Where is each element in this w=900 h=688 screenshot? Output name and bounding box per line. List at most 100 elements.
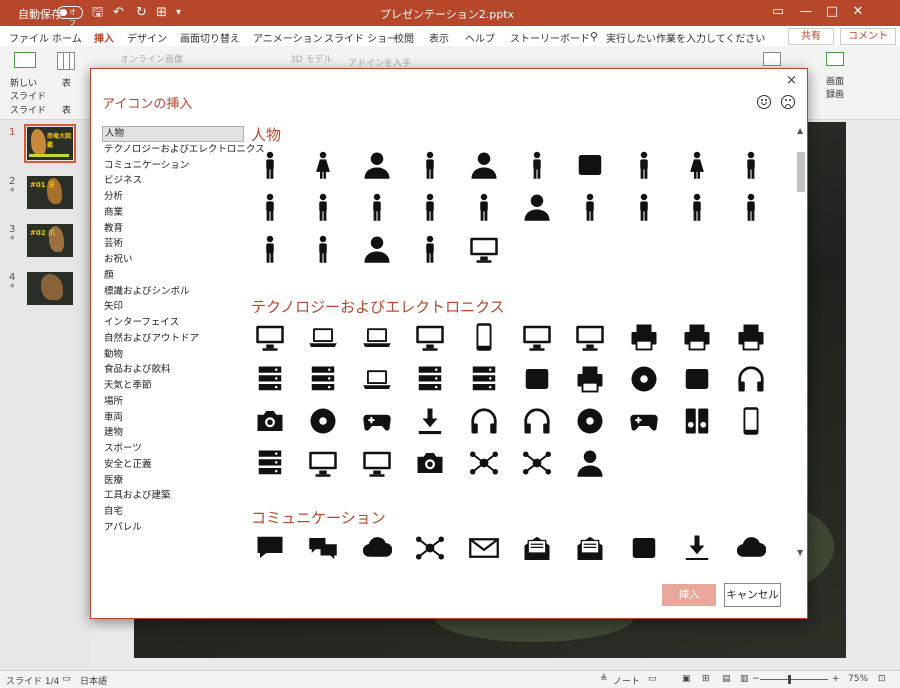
radio-tower-icon[interactable] [465,444,503,482]
earbuds-icon[interactable] [465,402,503,440]
category-item[interactable]: 商業 [102,205,244,221]
category-item[interactable]: 自然およびアウトドア [102,331,244,347]
vr-headset-icon[interactable] [625,402,663,440]
server-icon[interactable] [304,360,342,398]
smile-feedback-icon[interactable] [757,95,771,109]
tv-icon[interactable] [304,444,342,482]
search-icon[interactable]: ⚲ [590,30,598,43]
slide-thumbnail-2[interactable]: #01 牙 [27,176,73,209]
category-item[interactable]: 天気と季節 [102,378,244,394]
group-of-three-icon[interactable] [411,146,449,184]
scanner-icon[interactable] [358,360,396,398]
share-button[interactable]: 共有 [788,28,834,45]
category-item[interactable]: 安全と正義 [102,457,244,473]
screen-record-icon[interactable] [826,52,844,66]
minimize-button[interactable]: — [796,2,816,22]
web-laptop-icon[interactable] [358,318,396,356]
fit-to-window-icon[interactable]: ⊡ [878,674,886,684]
save-icon[interactable]: 🖫 [92,5,103,20]
scroll-up-icon[interactable]: ▲ [797,126,803,135]
elderly-with-cane-icon[interactable] [304,230,342,268]
category-item[interactable]: 自宅 [102,504,244,520]
running-icon[interactable] [251,230,289,268]
category-item[interactable]: 教育 [102,221,244,237]
search-input[interactable]: 実行したい作業を入力してください [606,30,765,45]
projector-screen-icon[interactable] [358,444,396,482]
cd-icon[interactable] [625,360,663,398]
category-item[interactable]: 芸術 [102,236,244,252]
accessibility-icon[interactable]: ▭ [62,674,71,684]
tab-home[interactable]: ホーム [52,30,82,45]
printer-2-icon[interactable] [678,318,716,356]
family-with-baby-icon[interactable] [465,188,503,226]
tab-animations[interactable]: アニメーション [253,30,323,45]
tab-transitions[interactable]: 画面切り替え [180,30,240,45]
tab-design[interactable]: デザイン [127,30,167,45]
men-pair-icon[interactable] [732,146,770,184]
start-slideshow-icon[interactable]: ⊞ [156,5,167,20]
thought-bubble-icon[interactable] [358,529,396,560]
category-item[interactable]: 車両 [102,410,244,426]
baby-icon[interactable] [518,188,556,226]
video-icon[interactable] [763,52,781,66]
speaker-at-podium-icon[interactable] [411,230,449,268]
screen-record-button[interactable]: 画面 録画 [826,74,844,100]
comment-button[interactable]: コメント [840,28,896,45]
category-item[interactable]: 矢印 [102,299,244,315]
floppy-disk-icon[interactable] [678,360,716,398]
undo-icon[interactable]: ↶ [113,5,124,20]
cable-icon[interactable] [732,360,770,398]
new-slide-button[interactable]: 新しい スライド [10,76,46,102]
walking-icon[interactable] [732,188,770,226]
women-pair-icon[interactable] [678,146,716,184]
large-crowd-icon[interactable] [571,146,609,184]
wheelchair-icon[interactable] [358,230,396,268]
new-slide-icon[interactable] [14,52,36,68]
server-rack-icon[interactable] [251,360,289,398]
redo-icon[interactable]: ↻ [136,5,147,20]
category-item[interactable]: 顔 [102,268,244,284]
slide-thumbnail-1[interactable]: 恐竜大図鑑 [24,124,76,163]
laptop-icon[interactable] [304,318,342,356]
vinyl-icon[interactable] [571,402,609,440]
category-item[interactable]: 場所 [102,394,244,410]
shredder-icon[interactable] [732,318,770,356]
category-item[interactable]: お祝い [102,252,244,268]
woman-icon[interactable] [304,146,342,184]
scroll-thumb[interactable] [797,152,805,192]
category-item[interactable]: 標識およびシンボル [102,284,244,300]
notes-button[interactable]: ノート [613,674,640,687]
category-item[interactable]: インターフェイス [102,315,244,331]
3d-model-button[interactable]: 3D モデル [290,52,333,65]
gamepad-icon[interactable] [358,402,396,440]
open-mail-icon[interactable] [518,529,556,560]
category-item[interactable]: 工具および建築 [102,488,244,504]
parent-holding-baby-icon[interactable] [358,188,396,226]
category-item[interactable]: ビジネス [102,173,244,189]
user-icon[interactable] [358,146,396,184]
tab-view[interactable]: 表示 [429,30,449,45]
autosave-toggle[interactable]: オフ [57,6,83,27]
category-item[interactable]: 建物 [102,425,244,441]
gallery-scrollbar[interactable]: ▲ ▼ [795,124,807,560]
category-item[interactable]: 人物 [102,126,244,142]
remote-control-icon[interactable] [732,402,770,440]
printer-icon[interactable] [625,318,663,356]
category-item[interactable]: 食品および飲料 [102,362,244,378]
close-window-button[interactable]: ✕ [848,2,868,22]
conversation-icon[interactable] [304,529,342,560]
parent-with-child-icon[interactable] [411,188,449,226]
notes-icon[interactable]: ≜ [600,674,608,684]
tablet-icon[interactable] [518,318,556,356]
monitor-icon[interactable] [411,318,449,356]
comments-icon[interactable]: ▭ [648,674,657,684]
category-item[interactable]: アパレル [102,520,244,536]
crowd-icon[interactable] [518,146,556,184]
crawling-baby-icon[interactable] [571,188,609,226]
speech-bubble-icon[interactable] [251,529,289,560]
zoom-out-icon[interactable]: − [752,674,760,684]
category-item[interactable]: 医療 [102,473,244,489]
network-icon[interactable] [411,529,449,560]
envelope-icon[interactable] [465,529,503,560]
cloud-computer-icon[interactable] [571,318,609,356]
